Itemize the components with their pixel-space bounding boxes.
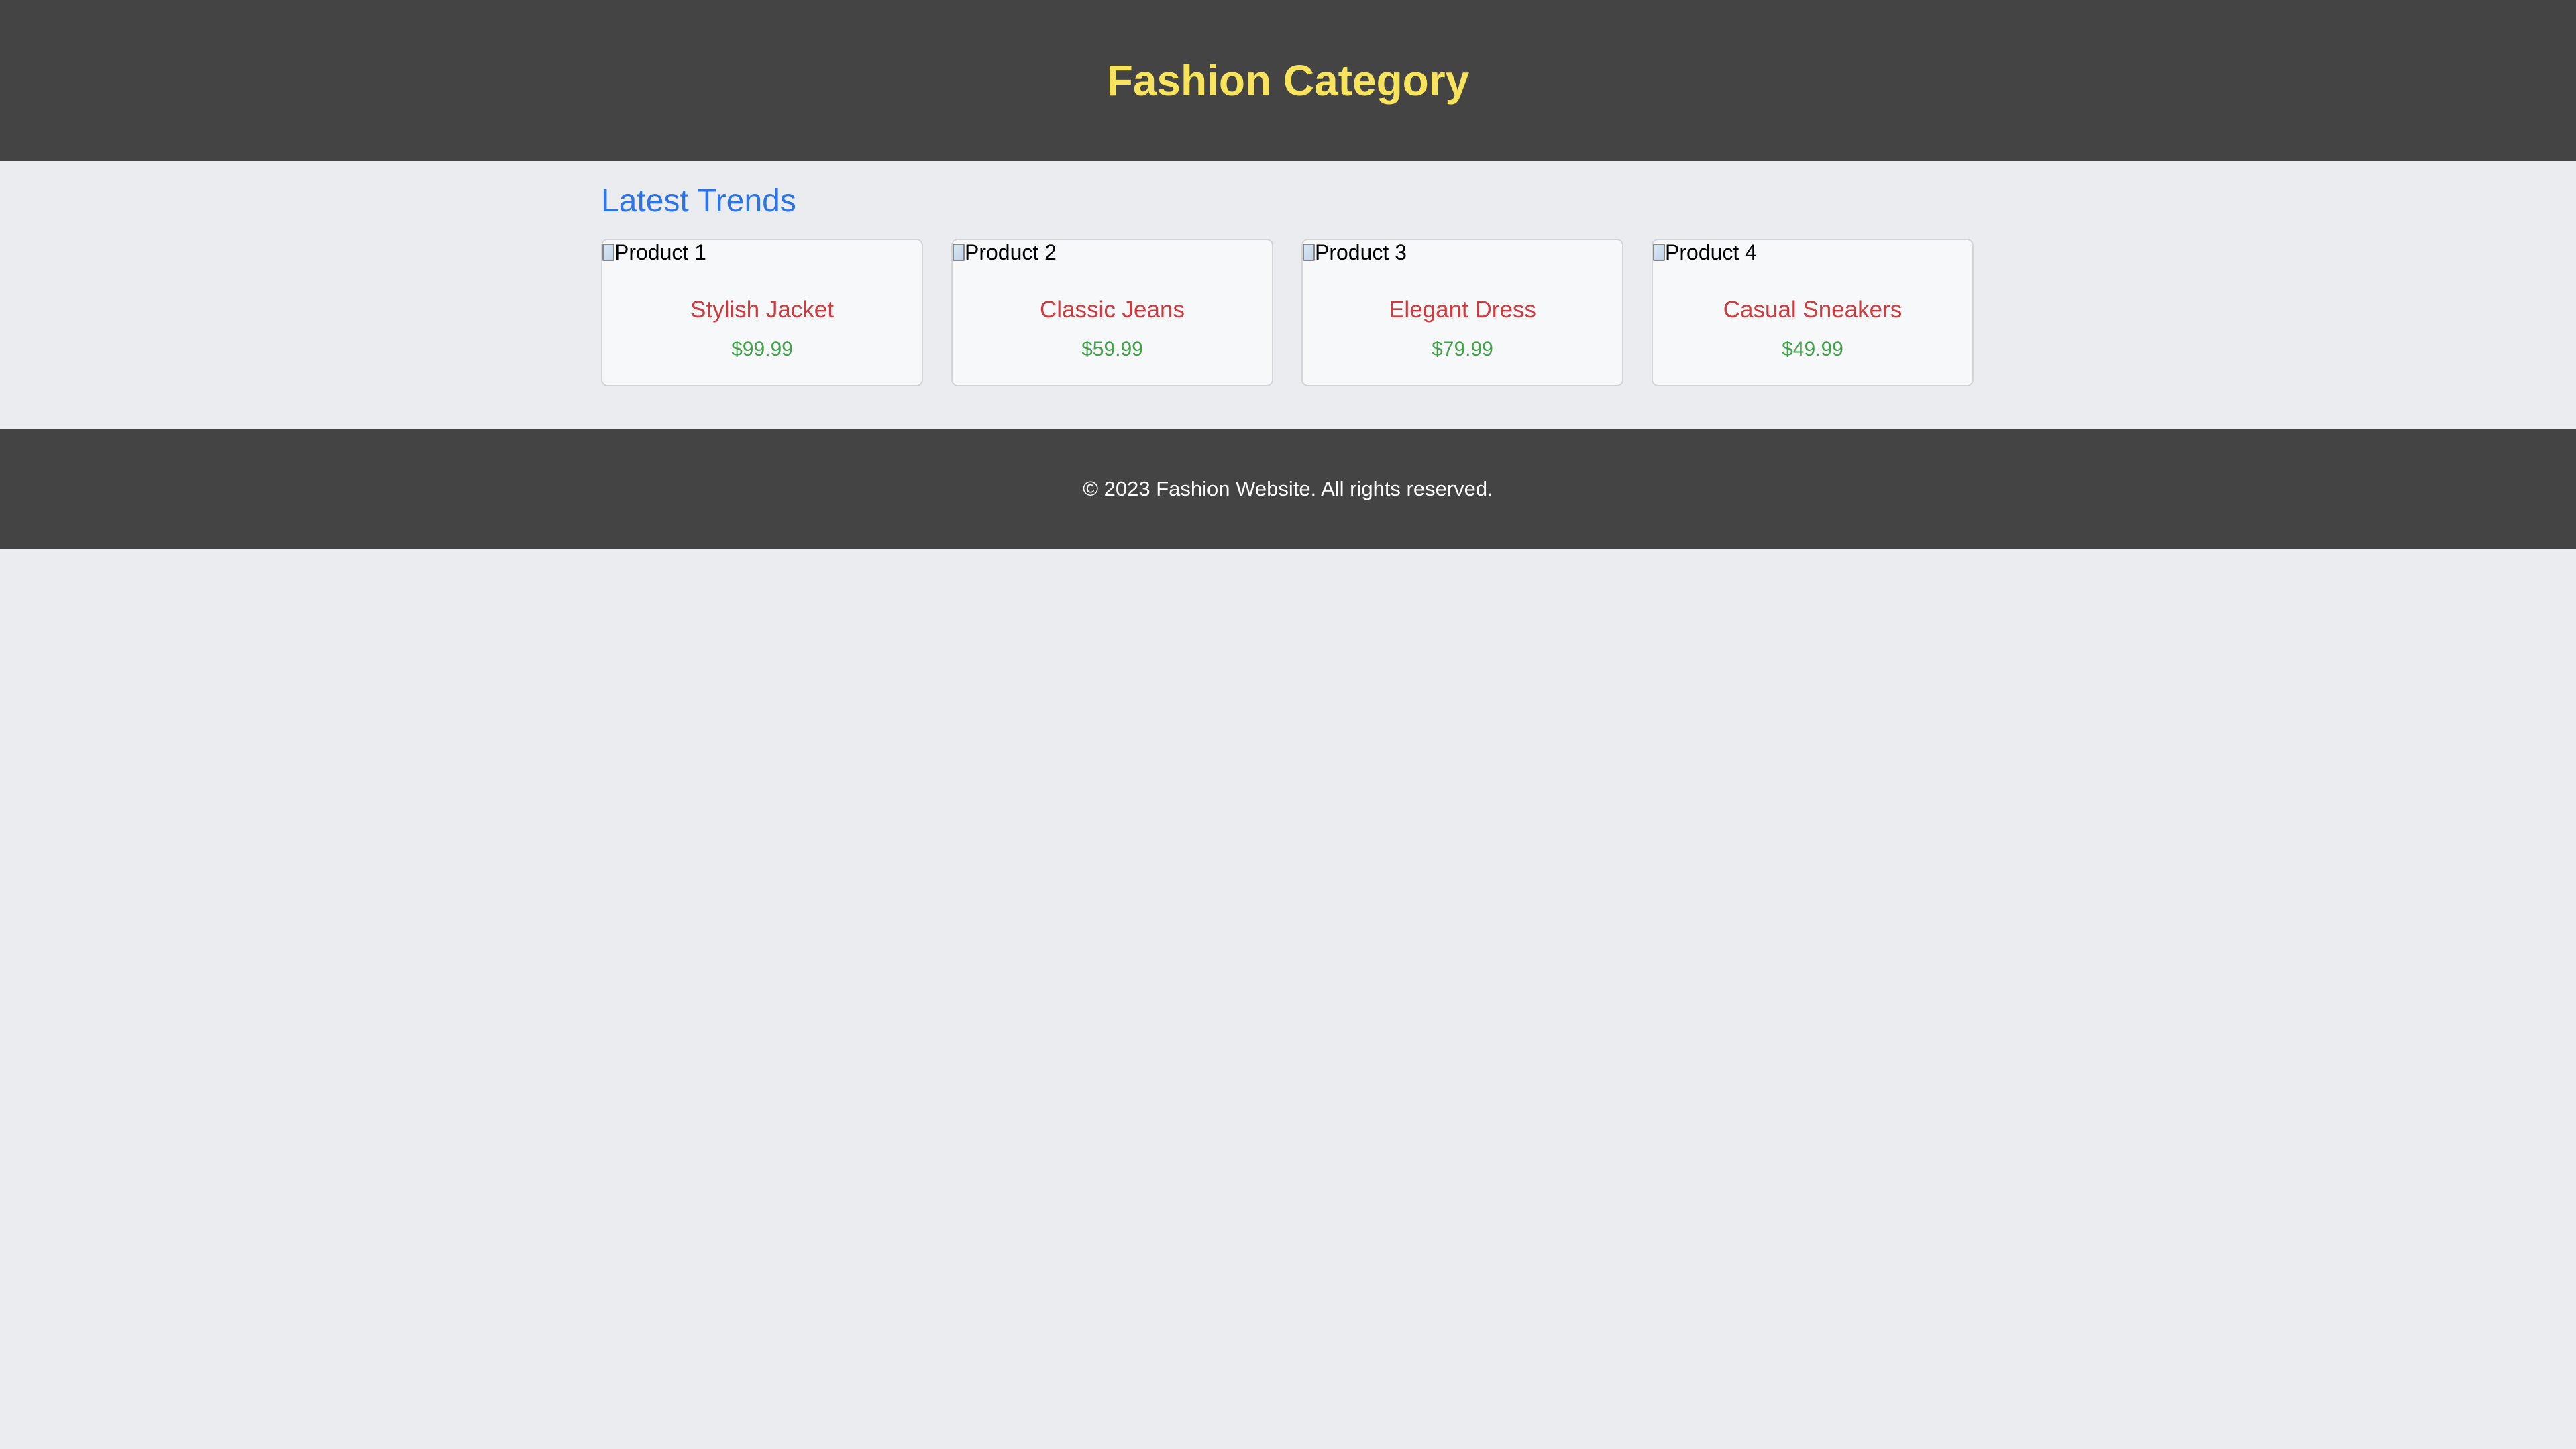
product-card[interactable]: Product 1 Stylish Jacket $99.99 — [601, 239, 923, 386]
product-price: $99.99 — [731, 338, 793, 360]
product-grid: Product 1 Stylish Jacket $99.99 Product … — [601, 239, 1975, 386]
product-price: $49.99 — [1782, 338, 1843, 360]
product-image-alt: Product 2 — [965, 240, 1057, 264]
broken-image-icon — [953, 244, 965, 261]
product-card[interactable]: Product 2 Classic Jeans $59.99 — [951, 239, 1273, 386]
site-footer: © 2023 Fashion Website. All rights reser… — [0, 429, 2576, 549]
broken-image-icon — [602, 244, 614, 261]
page-title: Fashion Category — [1106, 56, 1470, 105]
product-card[interactable]: Product 4 Casual Sneakers $49.99 — [1652, 239, 1974, 386]
product-price: $79.99 — [1432, 338, 1493, 360]
broken-image-icon — [1653, 244, 1665, 261]
product-price: $59.99 — [1081, 338, 1143, 360]
broken-image-icon — [1303, 244, 1315, 261]
product-image[interactable]: Product 1 — [602, 240, 706, 264]
copyright-text: © 2023 Fashion Website. All rights reser… — [1083, 477, 1493, 500]
section-title: Latest Trends — [601, 183, 796, 219]
site-header: Fashion Category — [0, 0, 2576, 161]
product-card[interactable]: Product 3 Elegant Dress $79.99 — [1301, 239, 1623, 386]
product-name: Elegant Dress — [1389, 297, 1536, 323]
product-image-alt: Product 4 — [1665, 240, 1757, 264]
product-name: Classic Jeans — [1040, 297, 1185, 323]
product-name: Stylish Jacket — [690, 297, 834, 323]
main-content: Latest Trends Product 1 Stylish Jacket $… — [601, 161, 1975, 429]
product-image[interactable]: Product 2 — [953, 240, 1057, 264]
product-image-alt: Product 1 — [614, 240, 706, 264]
product-image[interactable]: Product 4 — [1653, 240, 1757, 264]
product-name: Casual Sneakers — [1723, 297, 1902, 323]
product-image[interactable]: Product 3 — [1303, 240, 1407, 264]
product-image-alt: Product 3 — [1315, 240, 1407, 264]
